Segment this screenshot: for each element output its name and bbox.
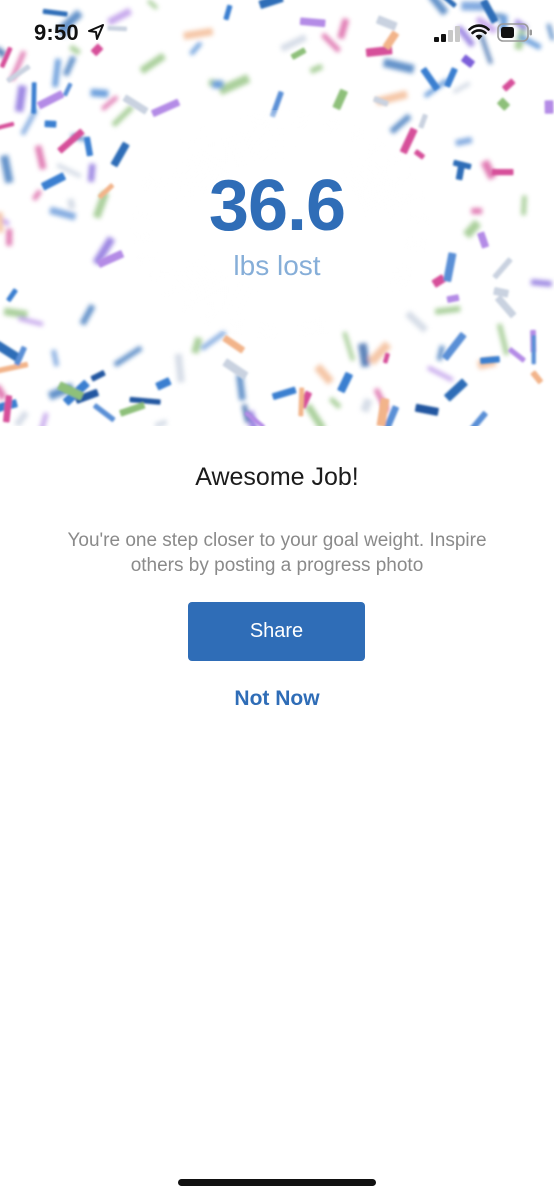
weight-lost-value: 36.6 (208, 166, 346, 246)
confetti-piece (0, 121, 15, 131)
confetti-piece (119, 402, 146, 417)
confetti-piece (444, 67, 458, 88)
confetti-piece (212, 80, 224, 89)
confetti-piece (83, 136, 94, 157)
confetti-piece (79, 304, 96, 326)
confetti-piece (508, 347, 526, 363)
confetti-piece (57, 128, 85, 154)
headline: Awesome Job! (195, 463, 359, 491)
confetti-piece (446, 294, 460, 303)
not-now-link[interactable]: Not Now (0, 685, 554, 713)
confetti-piece (414, 403, 439, 416)
confetti-piece (497, 97, 510, 111)
cellular-signal-icon (434, 26, 460, 42)
confetti-piece (222, 358, 249, 380)
confetti-piece (480, 356, 500, 364)
confetti-piece (358, 343, 370, 368)
confetti-piece (90, 370, 106, 382)
confetti-piece (436, 345, 445, 361)
confetti-piece (63, 82, 73, 97)
confetti-piece (6, 288, 18, 302)
confetti-piece (51, 349, 59, 367)
confetti-piece (314, 364, 334, 385)
confetti-piece (329, 397, 342, 409)
confetti-piece (90, 88, 109, 98)
confetti-piece (271, 386, 297, 400)
confetti-piece (110, 141, 130, 168)
confetti-piece (434, 305, 461, 315)
confetti-piece (389, 113, 412, 134)
confetti-piece (113, 345, 143, 367)
confetti-piece (111, 105, 134, 127)
confetti-piece (222, 335, 245, 354)
confetti-piece (442, 332, 467, 361)
confetti-piece (466, 411, 488, 426)
confetti-piece (174, 353, 185, 383)
location-arrow-icon (88, 24, 104, 40)
confetti-piece (304, 403, 326, 426)
confetti-piece (37, 90, 65, 110)
status-bar: 9:50 (0, 0, 554, 66)
confetti-piece (332, 88, 348, 110)
confetti-piece (154, 419, 168, 426)
confetti-piece (405, 310, 428, 333)
confetti-piece (493, 287, 510, 298)
confetti-piece (155, 377, 172, 391)
confetti-piece (3, 395, 13, 423)
confetti-piece (455, 136, 473, 147)
confetti-piece (298, 387, 305, 417)
confetti-piece (360, 398, 373, 413)
confetti-piece (129, 396, 161, 405)
home-indicator (178, 1179, 376, 1186)
confetti-piece (399, 127, 418, 155)
confetti-piece (427, 365, 454, 382)
confetti-piece (151, 98, 181, 117)
share-button[interactable]: Share (188, 602, 365, 661)
battery-icon (497, 23, 532, 42)
weight-lost-label: lbs lost (233, 250, 321, 281)
confetti-piece (452, 81, 471, 94)
confetti-piece (14, 85, 27, 113)
confetti-piece (502, 78, 516, 92)
confetti-piece (191, 336, 203, 354)
confetti-piece (3, 307, 28, 319)
confetti-piece (337, 371, 353, 394)
confetti-piece (101, 95, 119, 111)
celebration-hero: 9:50 36.6 lbs lost (0, 0, 554, 426)
confetti-piece (418, 113, 428, 129)
confetti-piece (420, 67, 440, 91)
confetti-piece (530, 370, 544, 385)
confetti-piece (14, 410, 29, 426)
confetti-piece (44, 120, 57, 128)
status-time: 9:50 (34, 20, 79, 45)
confetti-piece (342, 331, 355, 361)
confetti-piece (31, 82, 37, 114)
encouragement-message: You're one step closer to your goal weig… (67, 530, 487, 576)
confetti-piece (414, 149, 425, 160)
confetti-piece (531, 334, 536, 365)
confetti-piece (93, 403, 116, 422)
confetti-piece (497, 323, 510, 356)
confetti-piece (444, 378, 468, 402)
confetti-piece (544, 100, 554, 114)
confetti-piece (18, 316, 44, 327)
wifi-icon (468, 24, 490, 40)
confetti-piece (495, 295, 517, 319)
confetti-piece (37, 412, 49, 426)
